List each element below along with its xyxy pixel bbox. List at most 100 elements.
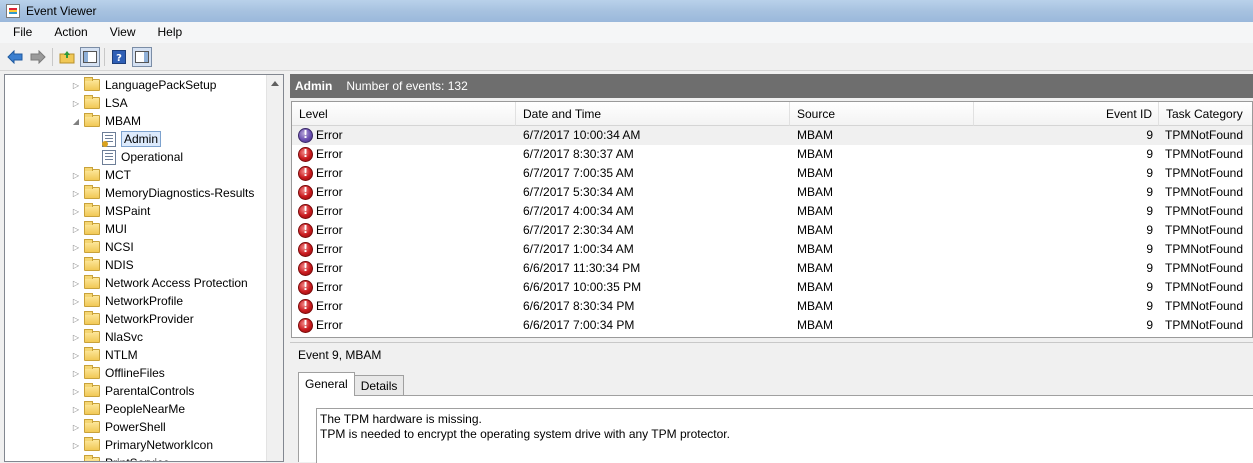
menu-action[interactable]: Action (41, 22, 96, 43)
tree-folder-item[interactable]: ▷ NetworkProvider (71, 310, 194, 328)
tree-item-label: PrimaryNetworkIcon (105, 438, 214, 452)
scroll-up-arrow-icon[interactable] (271, 81, 279, 86)
event-row[interactable]: Error 6/7/2017 8:30:37 AM MBAM 9 TPMNotFound (292, 145, 1252, 164)
folder-icon (84, 419, 100, 433)
column-date-time[interactable]: Date and Time (516, 102, 790, 126)
expand-arrow-icon[interactable]: ▷ (71, 405, 81, 414)
event-row[interactable]: Error 6/6/2017 7:00:34 PM MBAM 9 TPMNotFound (292, 316, 1252, 335)
event-level: Error (316, 223, 343, 237)
event-level: Error (316, 128, 343, 142)
event-source: MBAM (797, 166, 833, 180)
tree-folder-item[interactable]: ▷ NDIS (71, 256, 134, 274)
event-row[interactable]: Error 6/7/2017 4:00:34 AM MBAM 9 TPMNotFound (292, 202, 1252, 221)
event-id: 9 (1146, 223, 1153, 237)
expand-arrow-icon[interactable]: ▷ (71, 297, 81, 306)
event-row[interactable]: Error 6/7/2017 5:30:34 AM MBAM 9 TPMNotFound (292, 183, 1252, 202)
expand-arrow-icon[interactable]: ▷ (71, 369, 81, 378)
event-description[interactable]: The TPM hardware is missing. TPM is need… (316, 408, 1253, 463)
expand-arrow-icon[interactable]: ▷ (71, 387, 81, 396)
expand-arrow-icon[interactable]: ▷ (71, 243, 81, 252)
expand-arrow-icon[interactable]: ▷ (71, 225, 81, 234)
event-task-category: TPMNotFound (1165, 223, 1244, 237)
collapse-arrow-icon[interactable]: ◢ (71, 117, 81, 126)
tree-folder-item[interactable]: ▷ PeopleNearMe (71, 400, 185, 418)
tree-folder-item[interactable]: ▷ MSPaint (71, 202, 150, 220)
tree-folder-item[interactable]: ▷ NCSI (71, 238, 134, 256)
folder-icon (84, 329, 100, 343)
back-arrow-icon[interactable] (5, 47, 25, 67)
tab-general[interactable]: General (298, 372, 355, 396)
expand-arrow-icon[interactable]: ▷ (71, 423, 81, 432)
event-row[interactable]: Error 6/6/2017 11:30:34 PM MBAM 9 TPMNotFoun… (292, 259, 1252, 278)
event-row[interactable]: Error 6/6/2017 8:30:34 PM MBAM 9 TPMNotFound (292, 297, 1252, 316)
tree-folder-item[interactable]: ▷ MUI (71, 220, 127, 238)
column-task-category[interactable]: Task Category (1159, 102, 1252, 126)
tree-folder-item[interactable]: ▷ PowerShell (71, 418, 166, 436)
help-icon[interactable]: ? (109, 47, 129, 67)
event-source: MBAM (797, 223, 833, 237)
tree-item-label: NTLM (105, 348, 138, 362)
expand-arrow-icon[interactable]: ▷ (71, 279, 81, 288)
show-hide-tree-icon[interactable] (80, 46, 100, 67)
menu-help[interactable]: Help (145, 22, 192, 43)
tree-folder-item[interactable]: ◢ MBAM (71, 112, 141, 130)
up-folder-icon[interactable] (57, 47, 77, 67)
tree-folder-item[interactable]: ▷ PrintService (71, 454, 170, 462)
folder-icon (84, 203, 100, 217)
event-detail-header: Event 9, MBAM (290, 342, 1253, 366)
event-row[interactable]: Error 6/6/2017 10:00:35 PM MBAM 9 TPMNotFoun… (292, 278, 1252, 297)
tree-folder-item[interactable]: ▷ Network Access Protection (71, 274, 248, 292)
tree-folder-item[interactable]: ▷ MemoryDiagnostics-Results (71, 184, 254, 202)
tree-folder-item[interactable]: ▷ MCT (71, 166, 131, 184)
expand-arrow-icon[interactable]: ▷ (71, 333, 81, 342)
tree-scrollbar[interactable] (266, 75, 283, 461)
event-row[interactable]: Error 6/7/2017 10:00:34 AM MBAM 9 TPMNotFoun… (292, 126, 1252, 145)
event-row[interactable]: Error 6/7/2017 1:00:34 AM MBAM 9 TPMNotFound (292, 240, 1252, 259)
tree-folder-item[interactable]: ▷ NlaSvc (71, 328, 143, 346)
expand-arrow-icon[interactable]: ▷ (71, 459, 81, 462)
tree-folder-item[interactable]: ▷ LanguagePackSetup (71, 76, 216, 94)
event-datetime: 6/7/2017 5:30:34 AM (523, 185, 634, 199)
event-id: 9 (1146, 204, 1153, 218)
menu-bar: File Action View Help (0, 22, 1253, 43)
folder-icon (84, 275, 100, 289)
action-pane-icon[interactable] (132, 46, 152, 67)
expand-arrow-icon[interactable]: ▷ (71, 315, 81, 324)
tab-details[interactable]: Details (353, 375, 405, 396)
column-event-id[interactable]: Event ID (974, 102, 1159, 126)
tree-log-operational[interactable]: Operational (102, 148, 183, 166)
event-level: Error (316, 242, 343, 256)
event-task-category: TPMNotFound (1165, 299, 1244, 313)
navigation-tree[interactable]: ▷ LanguagePackSetup ▷ LSA ◢ MBAM Admin Operatio… (4, 74, 284, 462)
expand-arrow-icon[interactable]: ▷ (71, 99, 81, 108)
menu-file[interactable]: File (0, 22, 41, 43)
event-grid[interactable]: Level Date and Time Source Event ID Task… (291, 101, 1253, 338)
tree-item-label: Operational (121, 150, 184, 164)
tree-log-admin[interactable]: Admin (102, 130, 162, 148)
tree-folder-item[interactable]: ▷ PrimaryNetworkIcon (71, 436, 213, 454)
expand-arrow-icon[interactable]: ▷ (71, 261, 81, 270)
column-level[interactable]: Level (292, 102, 516, 126)
forward-arrow-icon[interactable] (28, 47, 48, 67)
event-source: MBAM (797, 185, 833, 199)
folder-icon (84, 185, 100, 199)
tree-folder-item[interactable]: ▷ OfflineFiles (71, 364, 165, 382)
menu-view[interactable]: View (97, 22, 145, 43)
expand-arrow-icon[interactable]: ▷ (71, 171, 81, 180)
expand-arrow-icon[interactable]: ▷ (71, 81, 81, 90)
tree-folder-item[interactable]: ▷ LSA (71, 94, 128, 112)
column-source[interactable]: Source (790, 102, 974, 126)
event-row[interactable]: Error 6/7/2017 2:30:34 AM MBAM 9 TPMNotFound (292, 221, 1252, 240)
tree-folder-item[interactable]: ▷ NTLM (71, 346, 138, 364)
event-datetime: 6/6/2017 11:30:34 PM (523, 261, 641, 275)
tree-folder-item[interactable]: ▷ NetworkProfile (71, 292, 183, 310)
expand-arrow-icon[interactable]: ▷ (71, 189, 81, 198)
expand-arrow-icon[interactable]: ▷ (71, 351, 81, 360)
expand-arrow-icon[interactable]: ▷ (71, 441, 81, 450)
expand-arrow-icon[interactable]: ▷ (71, 207, 81, 216)
event-task-category: TPMNotFound (1165, 261, 1244, 275)
event-source: MBAM (797, 204, 833, 218)
folder-icon (84, 383, 100, 397)
event-row[interactable]: Error 6/7/2017 7:00:35 AM MBAM 9 TPMNotFound (292, 164, 1252, 183)
tree-folder-item[interactable]: ▷ ParentalControls (71, 382, 194, 400)
